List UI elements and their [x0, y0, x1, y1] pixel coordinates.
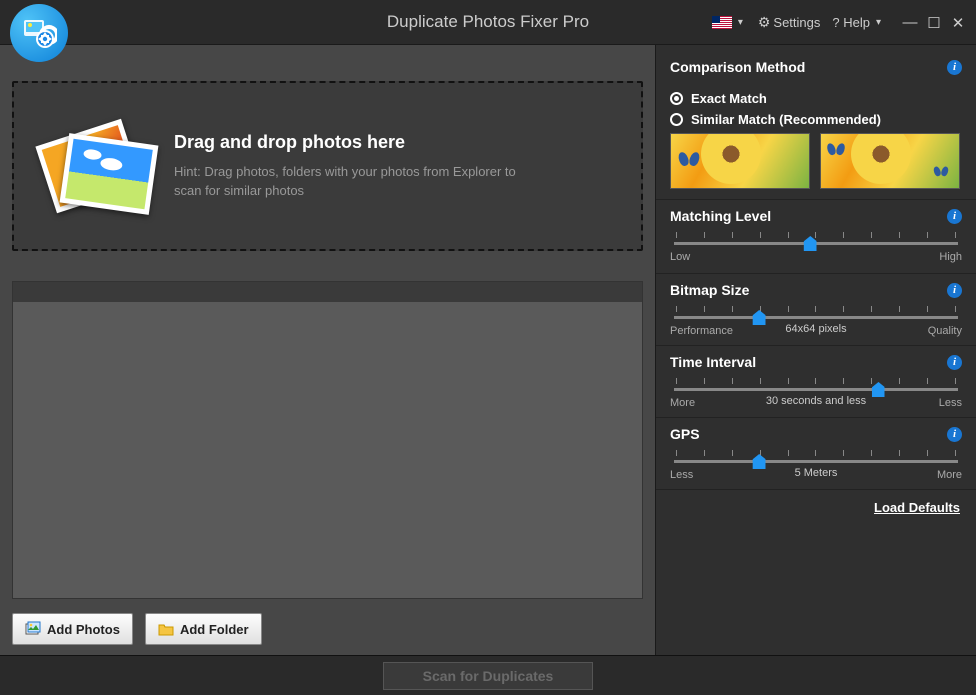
scan-button[interactable]: Scan for Duplicates	[383, 662, 593, 690]
slider-high-label: More	[937, 469, 962, 481]
drop-zone[interactable]: Drag and drop photos here Hint: Drag pho…	[12, 81, 643, 251]
slider-low-label: Low	[670, 251, 690, 263]
app-logo-icon	[10, 4, 68, 62]
time-title: Time Interval	[670, 354, 756, 370]
close-button[interactable]: ✕	[946, 13, 970, 33]
bitmap-title: Bitmap Size	[670, 282, 749, 298]
time-interval-section: Time Interval i More Less 30 seconds and l…	[656, 346, 976, 418]
matching-level-section: Matching Level i Low High	[656, 200, 976, 274]
radio-icon	[670, 92, 683, 105]
slider-high-label: High	[939, 251, 962, 263]
info-icon[interactable]: i	[947, 209, 962, 224]
language-selector[interactable]: ▾	[708, 16, 750, 29]
help-label: ? Help	[832, 15, 870, 30]
time-interval-slider[interactable]	[674, 378, 958, 391]
folder-icon	[158, 621, 174, 637]
bitmap-size-section: Bitmap Sizei PerformanceQuality 64x64 pi…	[656, 274, 976, 346]
list-header	[13, 282, 642, 302]
slider-handle[interactable]	[753, 310, 766, 325]
radio-exact-match[interactable]: Exact Match	[670, 91, 962, 106]
info-icon[interactable]: i	[947, 355, 962, 370]
minimize-button[interactable]: —	[898, 13, 922, 33]
preview-thumbnail	[670, 133, 810, 189]
photos-illustration-icon	[34, 111, 154, 221]
gps-value-label: 5 Meters	[670, 467, 962, 479]
maximize-button[interactable]: ☐	[922, 13, 946, 33]
images-icon	[25, 621, 41, 637]
matching-level-slider[interactable]	[674, 232, 958, 245]
settings-button[interactable]: ⚙Settings	[754, 14, 825, 31]
slider-handle[interactable]	[753, 454, 766, 469]
radio-similar-match[interactable]: Similar Match (Recommended)	[670, 112, 962, 127]
chevron-down-icon: ▾	[873, 17, 884, 28]
add-folder-label: Add Folder	[180, 622, 249, 637]
add-folder-button[interactable]: Add Folder	[145, 613, 262, 645]
us-flag-icon	[712, 16, 732, 29]
bottom-bar: Scan for Duplicates	[0, 655, 976, 695]
photo-list-area	[12, 281, 643, 599]
info-icon[interactable]: i	[947, 283, 962, 298]
info-icon[interactable]: i	[947, 427, 962, 442]
settings-panel: Comparison Method i Exact Match Similar M…	[656, 45, 976, 655]
left-pane: Drag and drop photos here Hint: Drag pho…	[0, 45, 656, 655]
time-value-label: 30 seconds and less	[670, 395, 962, 407]
comparison-section: Comparison Method i Exact Match Similar M…	[656, 45, 976, 200]
app-title: Duplicate Photos Fixer Pro	[387, 12, 589, 32]
comparison-title: Comparison Method	[670, 59, 805, 75]
slider-low-label: Less	[670, 469, 693, 481]
slider-handle[interactable]	[872, 382, 885, 397]
bitmap-size-slider[interactable]	[674, 306, 958, 319]
gps-section: GPS i Less More 5 Meters	[656, 418, 976, 490]
gps-slider[interactable]	[674, 450, 958, 463]
radio-exact-label: Exact Match	[691, 91, 767, 106]
radio-similar-label: Similar Match (Recommended)	[691, 112, 881, 127]
slider-high-label: Less	[939, 397, 962, 409]
add-photos-label: Add Photos	[47, 622, 120, 637]
chevron-down-icon: ▾	[735, 17, 746, 28]
info-icon[interactable]: i	[947, 60, 962, 75]
dropzone-hint: Hint: Drag photos, folders with your pho…	[174, 163, 534, 199]
load-defaults-link[interactable]: Load Defaults	[656, 490, 976, 525]
radio-icon	[670, 113, 683, 126]
slider-low-label: More	[670, 397, 695, 409]
settings-label: Settings	[773, 15, 820, 30]
slider-low-label: Performance	[670, 325, 733, 337]
slider-high-label: Quality	[928, 325, 962, 337]
gps-title: GPS	[670, 426, 700, 442]
matching-title: Matching Level	[670, 208, 771, 224]
preview-thumbnail	[820, 133, 960, 189]
add-photos-button[interactable]: Add Photos	[12, 613, 133, 645]
slider-handle[interactable]	[804, 236, 817, 251]
title-bar: Duplicate Photos Fixer Pro ▾ ⚙Settings ?…	[0, 0, 976, 45]
dropzone-heading: Drag and drop photos here	[174, 132, 534, 153]
help-button[interactable]: ? Help▾	[828, 15, 888, 30]
gear-icon: ⚙	[758, 14, 771, 31]
